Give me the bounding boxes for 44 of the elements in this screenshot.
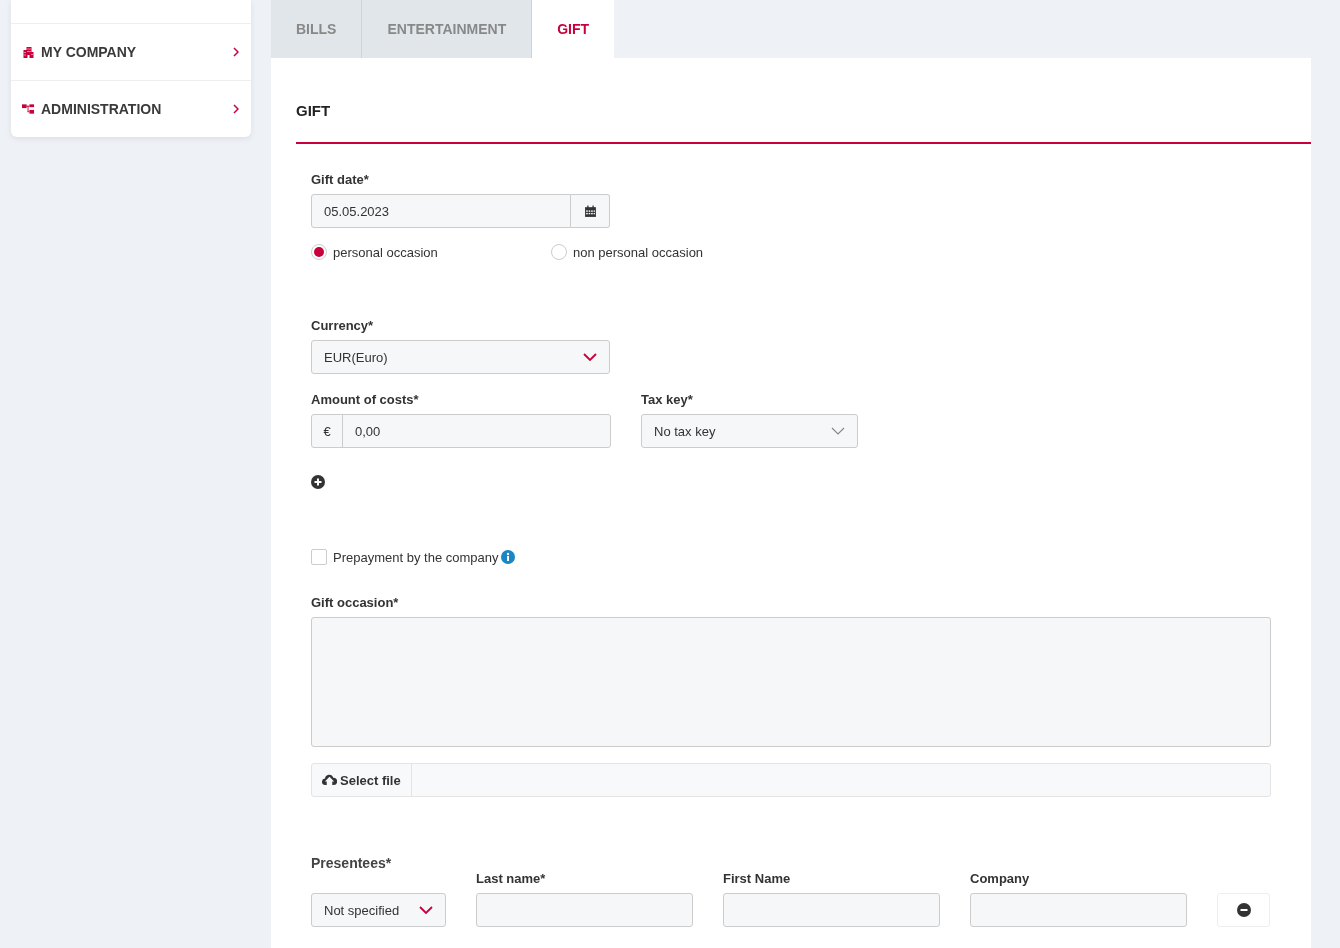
minus-icon [1236,903,1251,917]
checkbox-label: Prepayment by the company [333,549,499,565]
select-file-button[interactable]: Select file [312,764,412,796]
text-field[interactable] [970,893,1187,927]
sidebar-item[interactable]: ADMINISTRATION [11,81,251,137]
building-icon [22,46,35,58]
text-area[interactable] [311,617,1271,747]
chevron-down-icon [583,353,597,361]
date-field[interactable]: 05.05.2023 [311,194,571,228]
remove-button[interactable] [1217,893,1270,927]
add-icon[interactable] [311,475,325,489]
text-field[interactable] [476,893,693,927]
field-label: Gift occasion* [311,595,399,610]
chevron-down-icon [831,427,845,435]
checkbox[interactable] [311,549,327,565]
section-title: GIFT [296,58,1311,144]
field-label: Last name* [476,871,547,886]
section-label: Presentees* [311,855,392,871]
text-field[interactable] [723,893,940,927]
radio-button[interactable] [311,244,327,260]
tab[interactable]: GIFT [532,0,615,58]
calendar-button[interactable] [571,194,610,228]
sidebar-item[interactable]: MY COMPANY [11,24,251,81]
chevron-down-icon [419,906,433,914]
type-select[interactable]: Not specified [311,893,446,927]
hierarchy-icon [22,103,35,115]
amount-field[interactable]: € 0,00 [311,414,611,448]
field-label: Amount of costs* [311,392,420,407]
field-label: Gift date* [311,172,369,187]
cloud-upload-icon [322,774,337,786]
info-icon[interactable] [501,550,516,564]
file-field[interactable]: Select file [311,763,1271,797]
radio-label: non personal occasion [573,244,704,260]
chevron-right-icon [233,47,239,57]
field-label: First Name [723,871,792,886]
field-label: Company [970,871,1031,886]
calendar-icon [583,204,597,218]
tax-key-select[interactable]: No tax key [641,414,858,448]
radio-button[interactable] [551,244,567,260]
field-label: Tax key* [641,392,694,407]
currency-select[interactable]: EUR(Euro) [311,340,610,374]
chevron-right-icon [233,104,239,114]
field-label: Currency* [311,318,374,333]
radio-label: personal occasion [333,244,438,260]
